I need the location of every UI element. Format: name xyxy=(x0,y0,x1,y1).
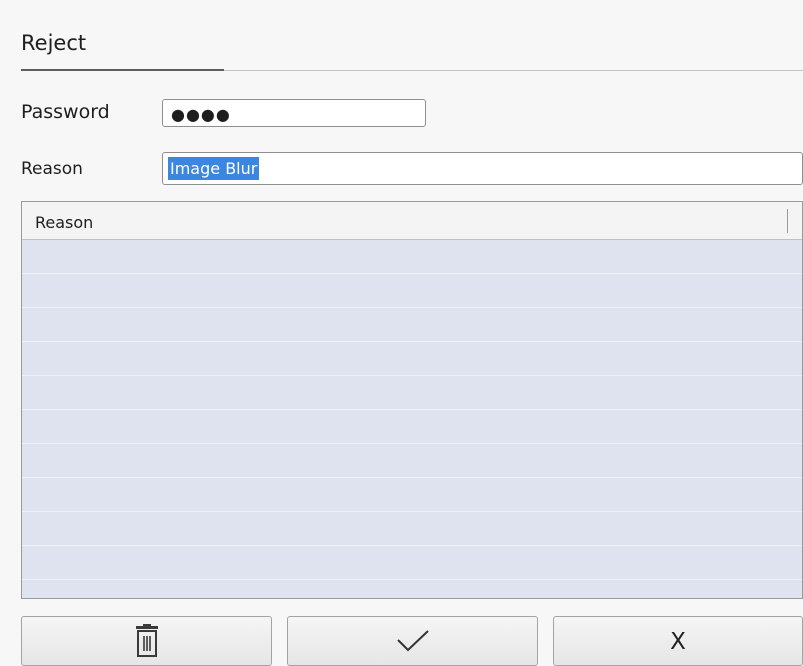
confirm-button[interactable] xyxy=(287,616,538,666)
table-body[interactable] xyxy=(22,240,802,598)
trash-icon xyxy=(136,624,158,657)
password-label: Password xyxy=(21,101,110,123)
title-underline xyxy=(21,69,224,71)
checkmark-icon xyxy=(397,630,429,652)
reason-selected-text: Image Blur xyxy=(168,157,260,180)
reason-table[interactable]: Reason xyxy=(21,201,803,599)
delete-button[interactable] xyxy=(21,616,272,666)
dialog-title: Reject xyxy=(21,31,87,55)
table-header: Reason xyxy=(22,202,802,240)
cancel-button[interactable]: X xyxy=(553,616,803,666)
column-resize-handle[interactable] xyxy=(787,209,788,233)
column-header-reason[interactable]: Reason xyxy=(35,213,93,232)
reason-field[interactable]: Image Blur xyxy=(162,152,803,185)
reason-label: Reason xyxy=(21,159,83,179)
cancel-button-label: X xyxy=(670,629,686,655)
password-masked-value: ●●●● xyxy=(171,105,231,124)
password-field[interactable]: ●●●● xyxy=(162,99,426,127)
